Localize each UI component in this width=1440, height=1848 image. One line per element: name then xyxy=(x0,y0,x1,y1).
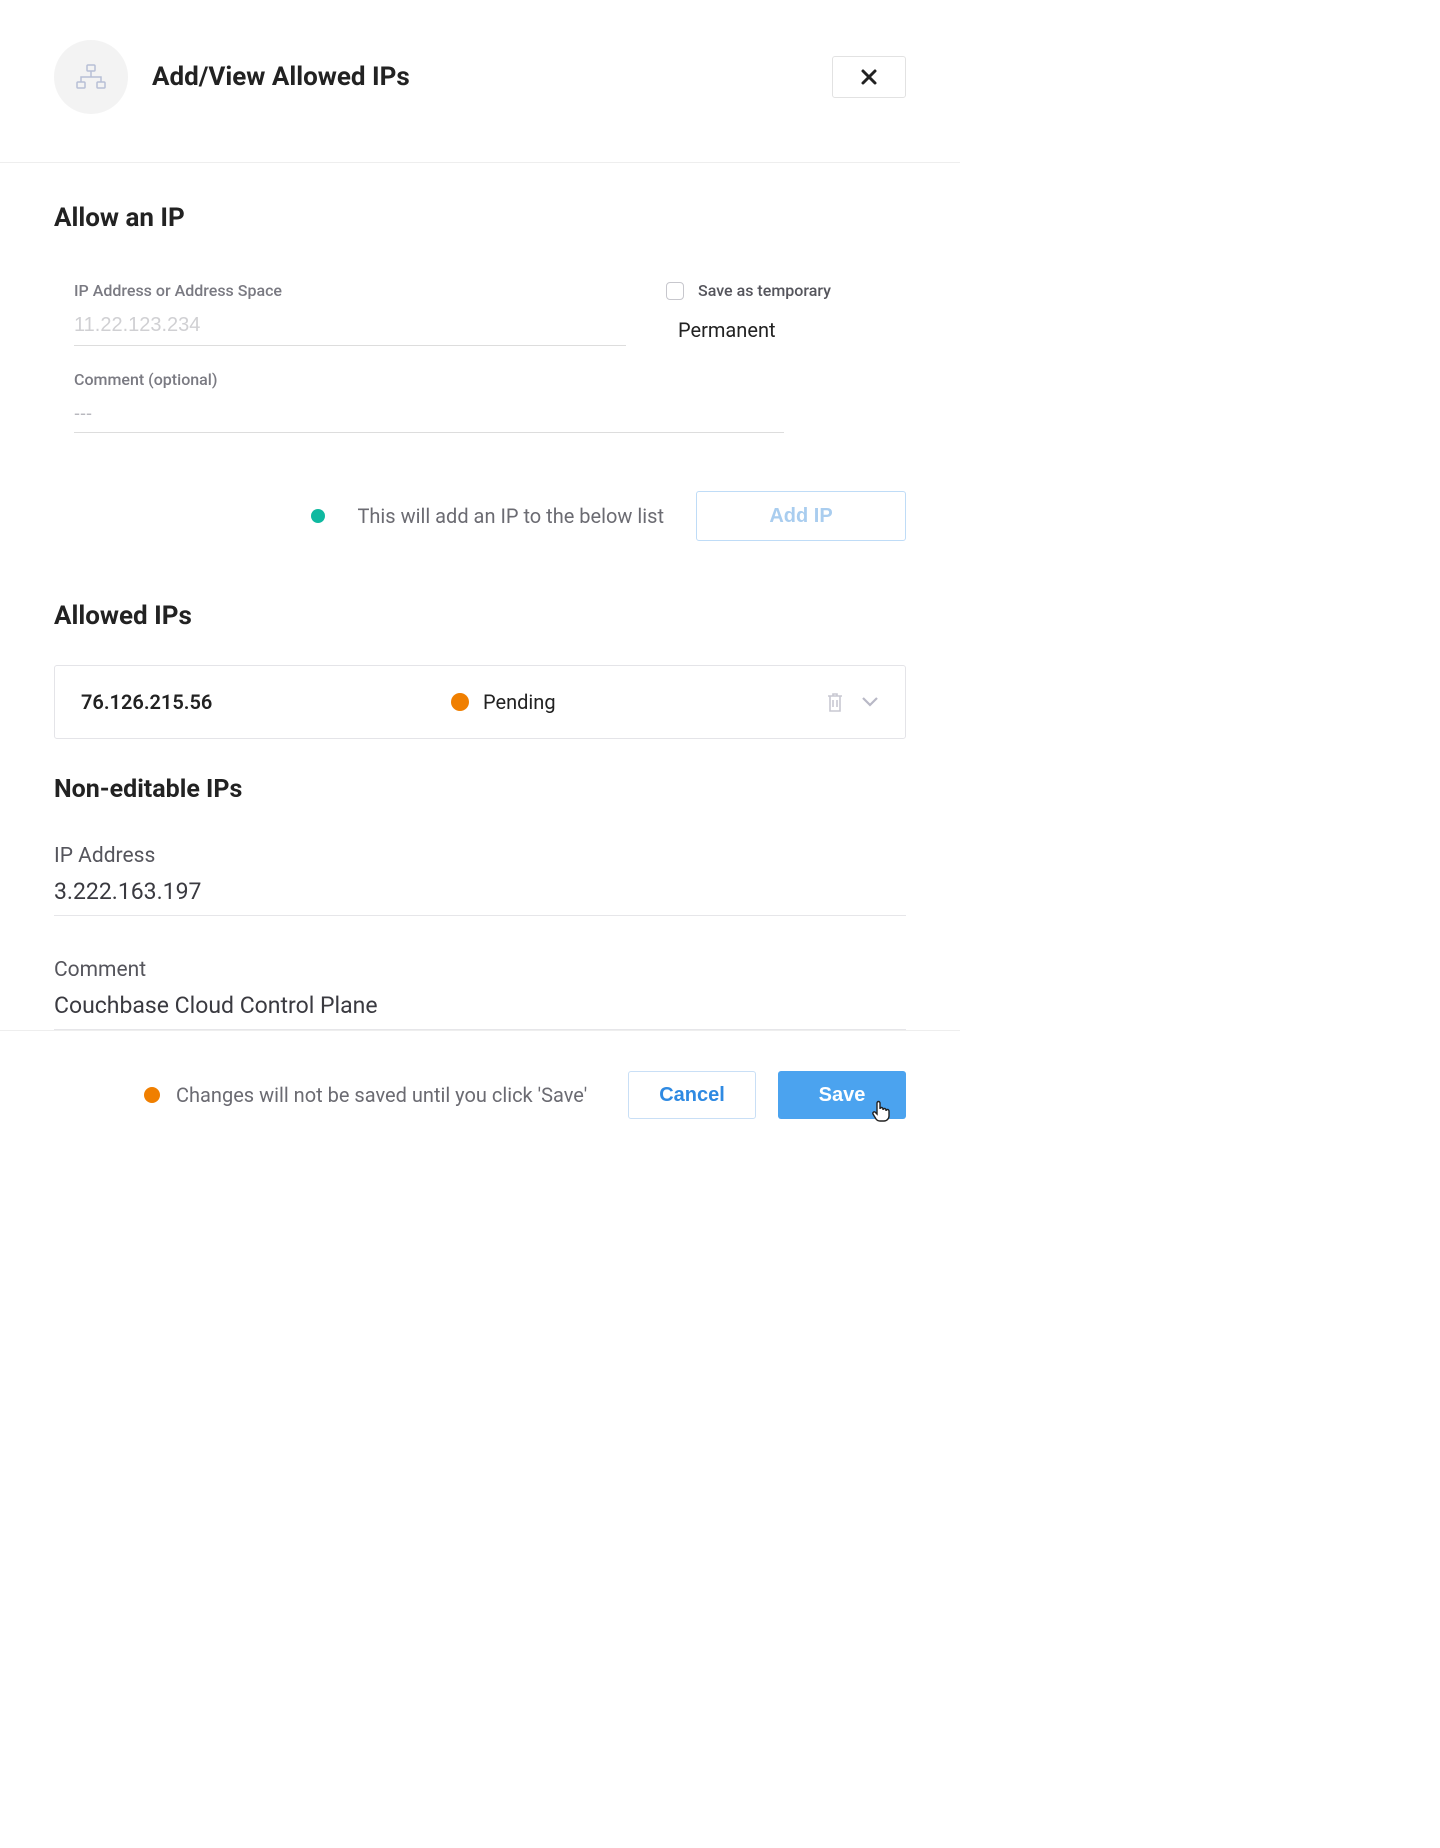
noneditable-ip-label: IP Address xyxy=(54,844,906,868)
noneditable-comment-value: Couchbase Cloud Control Plane xyxy=(54,992,906,1030)
allow-ip-heading: Allow an IP xyxy=(54,203,906,233)
save-temporary-checkbox[interactable] xyxy=(666,282,684,300)
close-icon xyxy=(860,68,878,86)
noneditable-heading: Non-editable IPs xyxy=(54,775,906,804)
add-ip-button[interactable]: Add IP xyxy=(696,491,906,541)
status-dot-icon xyxy=(451,693,469,711)
allowed-ip-status: Pending xyxy=(483,690,556,714)
warning-dot-icon xyxy=(144,1087,160,1103)
network-icon-circle xyxy=(54,40,128,114)
save-temporary-label: Save as temporary xyxy=(698,281,831,300)
noneditable-ip-value: 3.222.163.197 xyxy=(54,878,906,916)
allowed-ip-address: 76.126.215.56 xyxy=(81,690,451,714)
chevron-down-icon[interactable] xyxy=(861,696,879,708)
ip-address-input[interactable] xyxy=(74,308,626,346)
cursor-hand-icon xyxy=(870,1099,892,1129)
permanent-text: Permanent xyxy=(678,318,906,342)
allowed-ip-row: 76.126.215.56 Pending xyxy=(54,665,906,739)
noneditable-comment-label: Comment xyxy=(54,958,906,982)
info-dot-icon xyxy=(311,509,325,523)
allowed-ips-heading: Allowed IPs xyxy=(54,601,906,631)
dialog-footer: Changes will not be saved until you clic… xyxy=(0,1030,960,1165)
page-title: Add/View Allowed IPs xyxy=(152,62,832,92)
ip-address-label: IP Address or Address Space xyxy=(74,281,626,300)
warning-text: Changes will not be saved until you clic… xyxy=(176,1083,587,1107)
save-button[interactable]: Save xyxy=(778,1071,906,1119)
network-icon xyxy=(76,64,106,90)
comment-label: Comment (optional) xyxy=(74,370,784,389)
close-button[interactable] xyxy=(832,56,906,98)
dialog-header: Add/View Allowed IPs xyxy=(0,0,960,163)
trash-icon[interactable] xyxy=(825,691,845,713)
save-button-label: Save xyxy=(819,1084,866,1106)
comment-input[interactable] xyxy=(74,397,784,433)
cancel-button[interactable]: Cancel xyxy=(628,1071,756,1119)
info-text: This will add an IP to the below list xyxy=(357,504,664,528)
